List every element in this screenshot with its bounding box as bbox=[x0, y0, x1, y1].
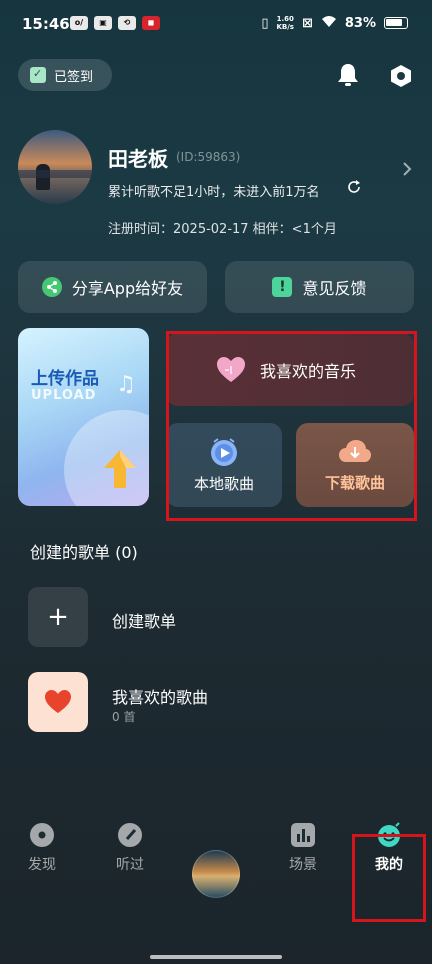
home-indicator[interactable] bbox=[150, 955, 282, 959]
nav-discover[interactable]: 发现 bbox=[12, 822, 72, 874]
checkin-badge[interactable]: 已签到 bbox=[18, 59, 112, 91]
calendar-check-icon bbox=[30, 67, 46, 83]
favorite-songs-tile[interactable] bbox=[28, 672, 88, 732]
create-playlist-tile[interactable]: + bbox=[28, 587, 88, 647]
now-playing-disc[interactable] bbox=[192, 850, 240, 898]
no-sim-icon: ⊠ bbox=[301, 15, 313, 31]
plus-icon: + bbox=[47, 602, 69, 632]
net-speed-unit: KB/s bbox=[276, 23, 294, 31]
status-right: ▯ 1.60 KB/s ⊠ 83% bbox=[261, 14, 408, 32]
app-notification-icon: o/ bbox=[70, 16, 88, 30]
nav-scene-label: 场景 bbox=[289, 857, 317, 873]
bell-icon[interactable] bbox=[336, 62, 360, 88]
network-speed: 1.60 KB/s bbox=[276, 15, 293, 31]
highlight-box-library bbox=[166, 331, 417, 521]
share-icon bbox=[41, 277, 62, 297]
nav-discover-label: 发现 bbox=[28, 857, 56, 873]
disc-icon bbox=[30, 823, 54, 847]
music-note-icon: ♫ bbox=[116, 372, 136, 397]
heart-filled-icon bbox=[45, 690, 71, 713]
status-time: 15:46 bbox=[22, 15, 70, 33]
share-app-label: 分享App给好友 bbox=[71, 279, 184, 298]
highlight-box-nav bbox=[352, 834, 426, 922]
feedback-icon: ! bbox=[272, 277, 293, 297]
battery-percent: 83% bbox=[344, 15, 376, 31]
user-name[interactable]: 田老板 bbox=[108, 143, 168, 172]
create-playlist-label[interactable]: 创建歌单 bbox=[112, 608, 176, 632]
feedback-label: 意见反馈 bbox=[302, 279, 367, 298]
status-notification-icons: o/ ▣ ⟲ ◼ bbox=[70, 16, 160, 30]
gear-icon[interactable] bbox=[389, 64, 413, 88]
favorite-songs-count: 0 首 bbox=[112, 710, 136, 724]
upload-title: 上传作品 bbox=[31, 369, 99, 389]
nav-history-label: 听过 bbox=[116, 857, 144, 873]
nav-scene[interactable]: 场景 bbox=[273, 822, 333, 874]
wifi-icon bbox=[321, 14, 337, 32]
share-app-button[interactable]: 分享App给好友 bbox=[18, 261, 207, 313]
gauge-icon bbox=[118, 823, 142, 847]
registration-info: 注册时间：2025-02-17 相伴：<1个月 bbox=[108, 222, 337, 237]
message-notification-icon: ▣ bbox=[94, 16, 112, 30]
listening-status: 累计听歌不足1小时，未进入前1万名 bbox=[108, 185, 320, 200]
battery-icon bbox=[384, 17, 408, 29]
upload-subtitle: UPLOAD bbox=[31, 388, 97, 403]
net-speed-value: 1.60 bbox=[276, 15, 294, 23]
chevron-right-icon[interactable] bbox=[400, 161, 414, 177]
shop-notification-icon: ◼ bbox=[142, 16, 160, 30]
sync-notification-icon: ⟲ bbox=[118, 16, 136, 30]
vibrate-icon: ▯ bbox=[261, 15, 269, 31]
nav-history[interactable]: 听过 bbox=[100, 822, 160, 874]
avatar[interactable] bbox=[18, 130, 92, 204]
favorite-songs-name[interactable]: 我喜欢的歌曲 bbox=[112, 684, 208, 708]
status-bar: 15:46 o/ ▣ ⟲ ◼ ▯ 1.60 KB/s ⊠ 83% bbox=[0, 0, 432, 52]
bar-chart-icon bbox=[291, 823, 315, 847]
upload-works-card[interactable]: 上传作品 UPLOAD ♫ bbox=[18, 328, 149, 506]
created-playlists-title: 创建的歌单 (0) bbox=[30, 543, 138, 562]
refresh-icon[interactable] bbox=[346, 179, 362, 195]
checkin-label: 已签到 bbox=[54, 69, 94, 85]
feedback-button[interactable]: ! 意见反馈 bbox=[225, 261, 414, 313]
user-id: (ID:59863) bbox=[176, 150, 241, 164]
upload-arrow-icon bbox=[102, 448, 138, 490]
